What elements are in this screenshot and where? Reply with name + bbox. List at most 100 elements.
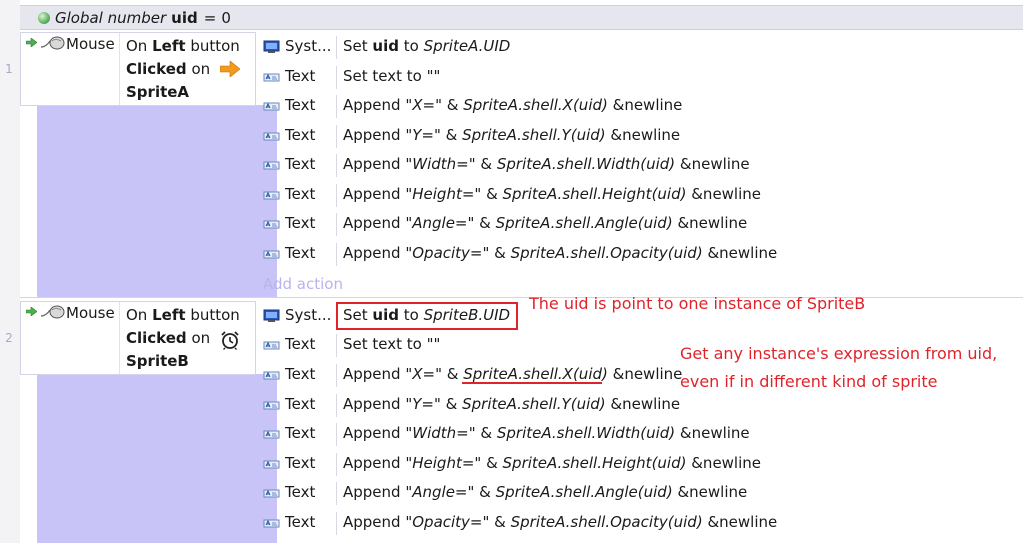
condition-button-suffix: button: [190, 37, 240, 55]
event-sheet-gutter: [0, 0, 20, 543]
action-text: Append: [343, 185, 406, 203]
action-text: &: [474, 483, 496, 501]
action-description: Append "Angle=" & SpriteA.shell.Angle(ui…: [343, 214, 747, 232]
mouse-icon: [40, 305, 65, 319]
condition-object-label: Mouse: [66, 304, 115, 322]
action-row[interactable]: Text Append "Opacity=" & SpriteA.shell.Op…: [257, 240, 1023, 269]
column-separator: [336, 95, 337, 118]
expression: SpriteA.shell.Opacity(uid): [510, 513, 703, 531]
condition-button: Left: [152, 306, 186, 324]
string-literal: "Height=": [405, 454, 482, 472]
action-description: Append "Width=" & SpriteA.shell.Width(ui…: [343, 155, 750, 173]
action-object-name: Text: [285, 454, 316, 472]
event-1-condition[interactable]: Mouse On Left button Clicked on SpriteA: [20, 32, 256, 106]
column-separator: [336, 453, 337, 476]
action-row[interactable]: Syst... Set uid to SpriteA.UID: [257, 33, 1023, 62]
column-separator: [336, 36, 337, 59]
condition-object: Mouse: [21, 302, 120, 374]
action-description: Append "X=" & SpriteA.shell.X(uid) &newl…: [343, 365, 682, 383]
string-literal: "Angle=": [405, 214, 475, 232]
action-description: Append "Height=" & SpriteA.shell.Height(…: [343, 185, 761, 203]
string-literal: "Width=": [405, 424, 476, 442]
global-variable-prefix: Global number: [55, 8, 167, 27]
expression: SpriteA.shell.Y(uid): [462, 126, 606, 144]
action-text: Append: [343, 483, 406, 501]
action-object-name: Text: [285, 244, 316, 262]
event-divider: [20, 297, 1023, 298]
action-text: &: [489, 244, 511, 262]
action-row[interactable]: Text Append "Y=" & SpriteA.shell.Y(uid) &…: [257, 391, 1023, 420]
action-row[interactable]: Text Append "Width=" & SpriteA.shell.Widt…: [257, 420, 1023, 449]
action-text: &newline: [686, 185, 762, 203]
alarm-clock-icon: [221, 331, 239, 350]
action-row[interactable]: Text Append "Height=" & SpriteA.shell.Hei…: [257, 450, 1023, 479]
annotation-note-2-line-2: even if in different kind of sprite: [680, 372, 938, 391]
text-object-icon: [263, 489, 280, 498]
action-row[interactable]: Text Set text to "": [257, 63, 1023, 92]
string-literal: "Width=": [405, 155, 476, 173]
highlight-box: [336, 302, 518, 330]
expression: SpriteA.shell.Angle(uid): [495, 214, 673, 232]
expression: SpriteA.shell.Height(uid): [502, 454, 687, 472]
action-text: &newline: [672, 214, 748, 232]
action-text: Append: [343, 365, 406, 383]
action-description: Append "Y=" & SpriteA.shell.Y(uid) &newl…: [343, 126, 680, 144]
action-text: Append: [343, 395, 406, 413]
action-object-name: Text: [285, 365, 316, 383]
add-action-link[interactable]: Add action: [263, 275, 343, 293]
green-arrow-icon: [26, 38, 37, 47]
action-text: Set: [343, 37, 373, 55]
action-row[interactable]: Text Append "X=" & SpriteA.shell.X(uid) &…: [257, 92, 1023, 121]
action-text: &: [475, 155, 497, 173]
expression: SpriteA.UID: [423, 37, 511, 55]
action-object-name: Text: [285, 96, 316, 114]
column-separator: [336, 154, 337, 177]
string-literal: "X=": [405, 365, 442, 383]
text-object-icon: [263, 102, 280, 111]
condition-clicked-on: on: [191, 60, 211, 78]
action-text: &newline: [605, 126, 681, 144]
action-text: Append: [343, 214, 406, 232]
global-variable-row[interactable]: Global number uid = 0: [20, 5, 1023, 30]
event-number: 1: [5, 62, 13, 76]
expression: SpriteA.shell.Width(uid): [496, 155, 676, 173]
string-literal: "Y=": [405, 126, 441, 144]
action-text: Append: [343, 244, 406, 262]
action-row[interactable]: Text Append "Angle=" & SpriteA.shell.Angl…: [257, 210, 1023, 239]
text-object-icon: [263, 460, 280, 469]
string-literal: "Opacity=": [405, 513, 490, 531]
text-object-icon: [263, 191, 280, 200]
action-row[interactable]: Text Append "Y=" & SpriteA.shell.Y(uid) &…: [257, 122, 1023, 151]
expression: SpriteA.shell.Width(uid): [496, 424, 676, 442]
text-object-icon: [263, 250, 280, 259]
action-object-name: Text: [285, 126, 316, 144]
action-description: Append "Y=" & SpriteA.shell.Y(uid) &newl…: [343, 395, 680, 413]
action-text: &newline: [675, 424, 750, 442]
action-row[interactable]: Text Append "Width=" & SpriteA.shell.Widt…: [257, 151, 1023, 180]
action-text: Append: [343, 513, 406, 531]
condition-clicked: Clicked: [126, 329, 187, 347]
string-literal: "Opacity=": [405, 244, 490, 262]
action-text: &newline: [686, 454, 762, 472]
column-separator: [336, 184, 337, 207]
text-object-icon: [263, 371, 280, 380]
action-object-name: Text: [285, 185, 316, 203]
action-text: &: [442, 365, 464, 383]
action-description: Set uid to SpriteA.UID: [343, 37, 510, 55]
action-text: Set text to "": [343, 335, 441, 353]
action-row[interactable]: Text Append "Angle=" & SpriteA.shell.Angl…: [257, 479, 1023, 508]
action-text: &: [440, 126, 463, 144]
column-separator: [336, 334, 337, 357]
column-separator: [336, 213, 337, 236]
system-icon: [263, 40, 280, 53]
global-variable-equals: =: [203, 8, 217, 27]
action-row[interactable]: Text Append "Height=" & SpriteA.shell.Hei…: [257, 181, 1023, 210]
action-row[interactable]: Text Append "Opacity=" & SpriteA.shell.Op…: [257, 509, 1023, 538]
action-text: &newline: [675, 155, 750, 173]
event-2-condition[interactable]: Mouse On Left button Clicked on SpriteB: [20, 301, 256, 375]
action-text: Append: [343, 96, 406, 114]
global-variable-value: 0: [221, 8, 231, 27]
action-description: Append "Width=" & SpriteA.shell.Width(ui…: [343, 424, 750, 442]
column-separator: [336, 66, 337, 89]
expression: SpriteA.shell.Height(uid): [502, 185, 687, 203]
